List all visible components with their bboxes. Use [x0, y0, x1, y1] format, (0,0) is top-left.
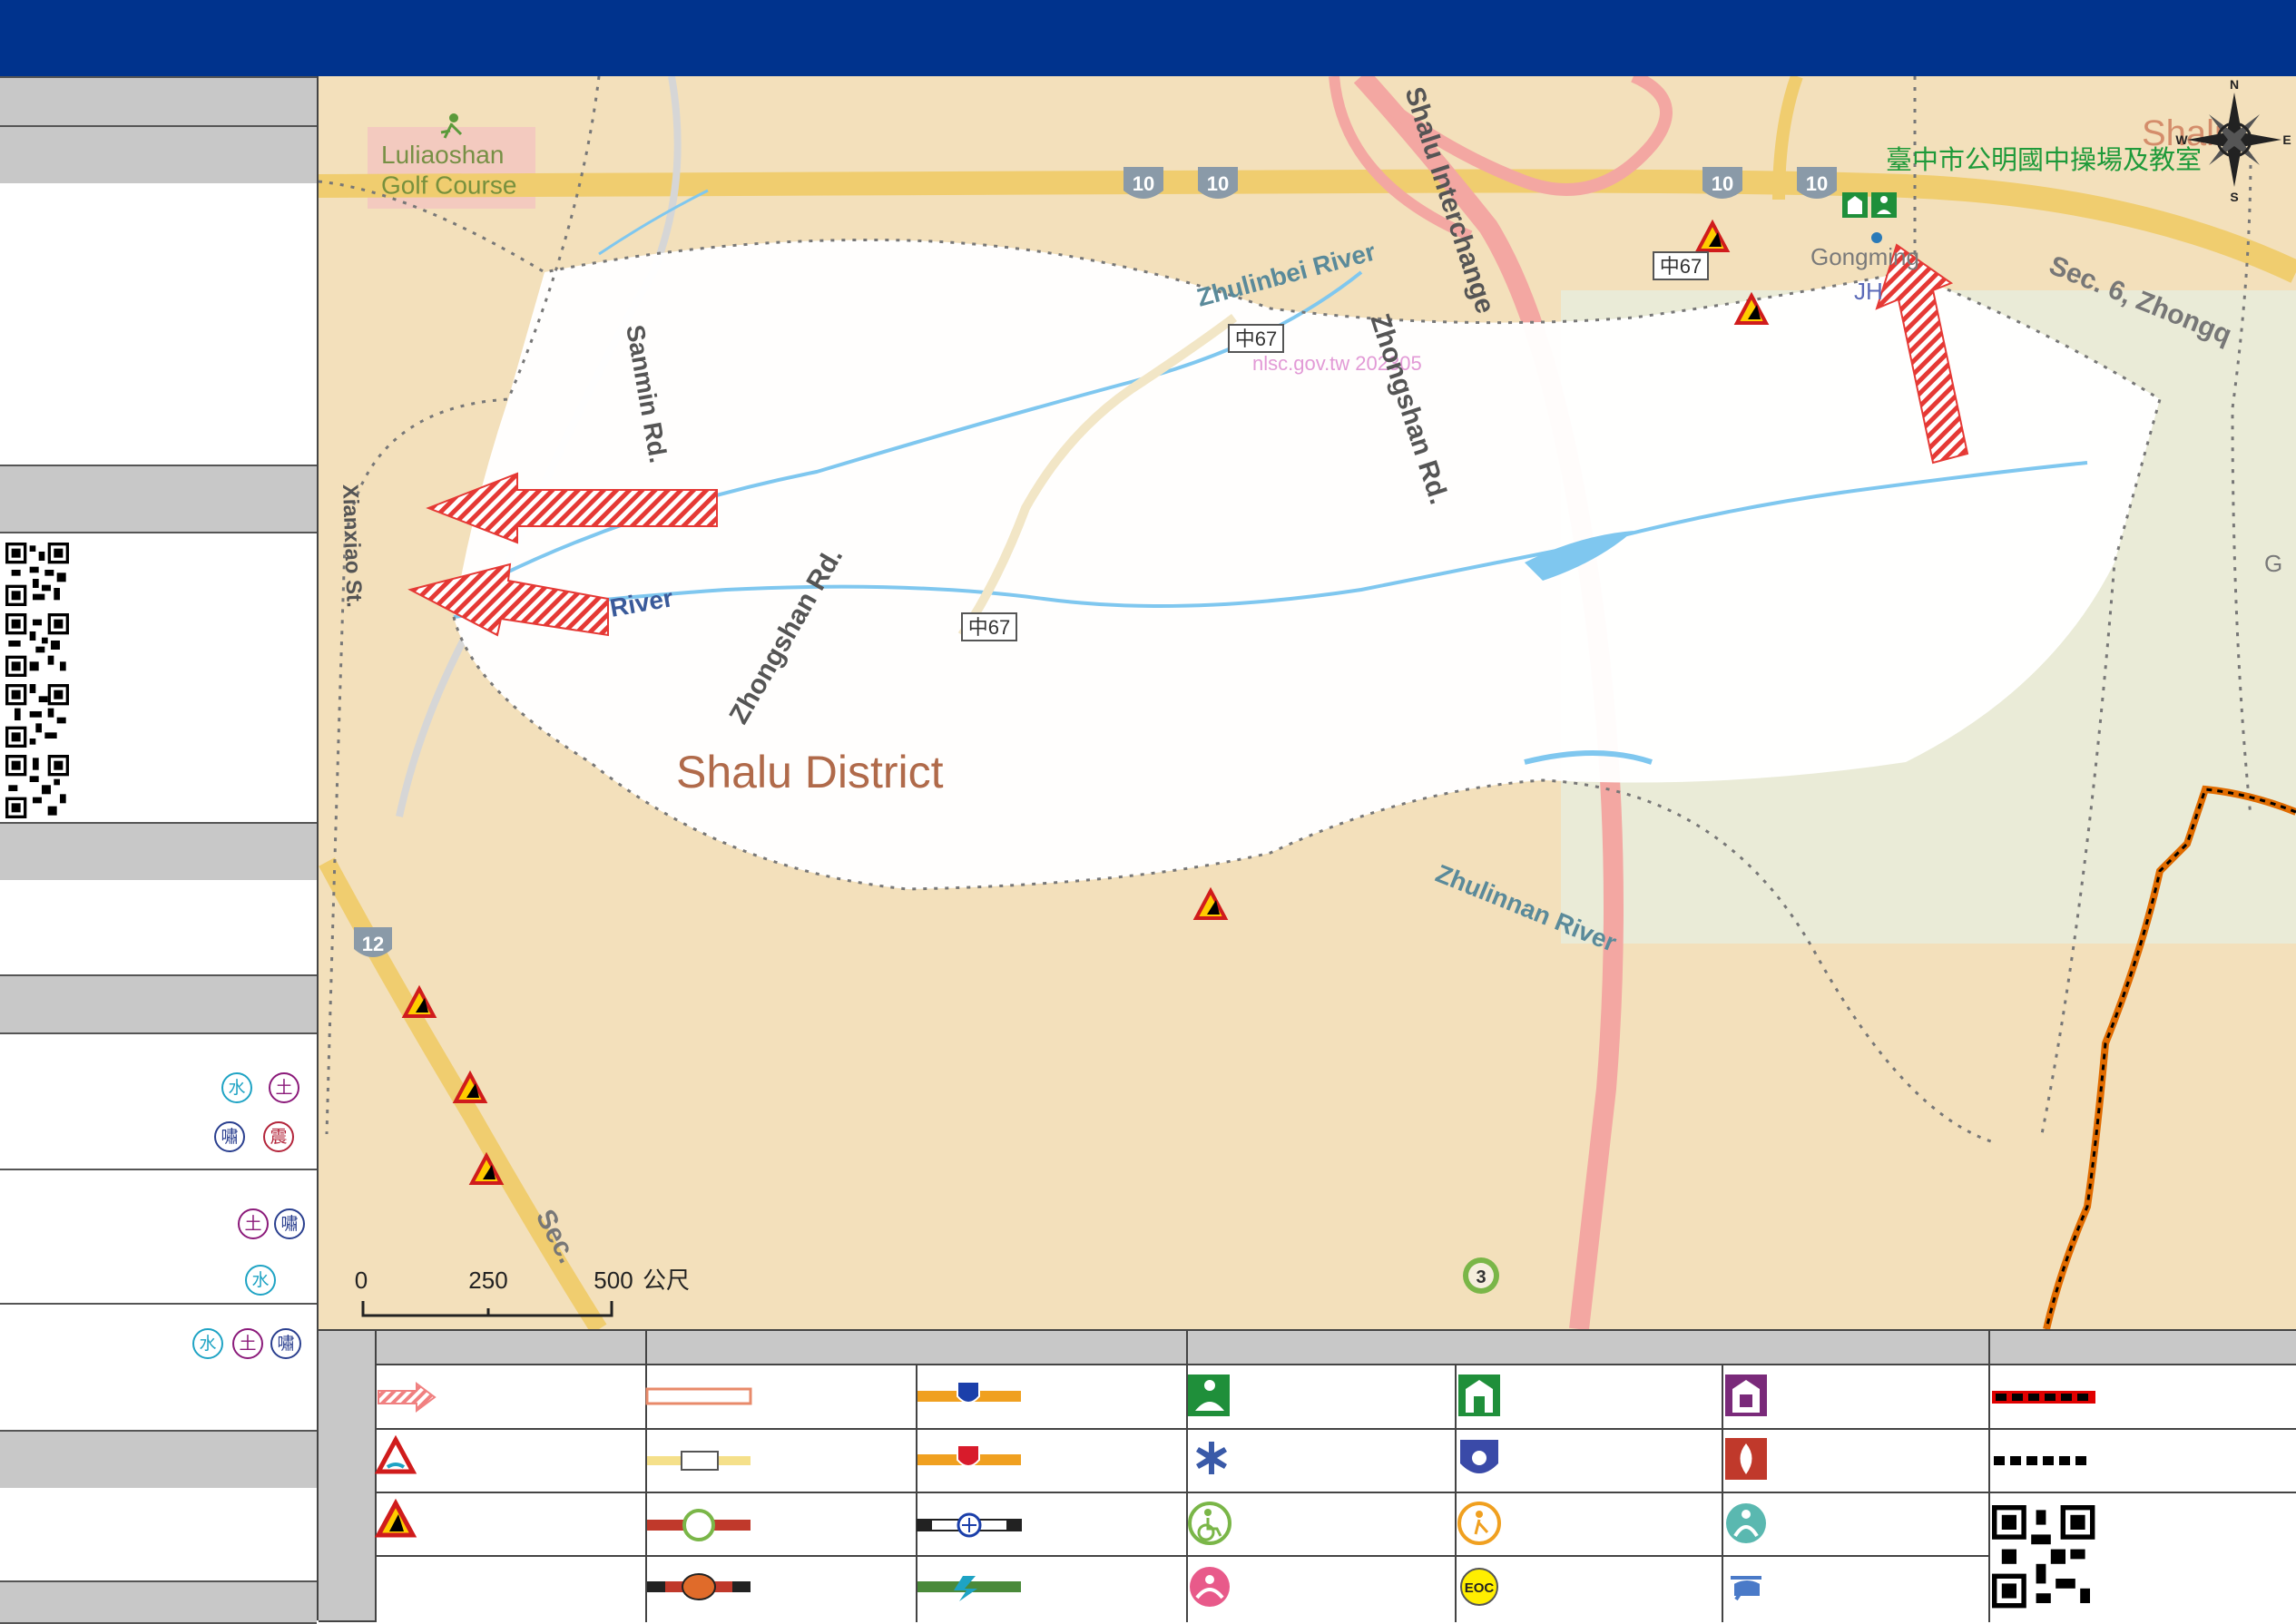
- eoc-icon: EOC: [1460, 1568, 1498, 1606]
- jh-label: JH: [1854, 278, 1883, 305]
- landslide-warning-icon: [374, 1498, 417, 1538]
- hsr-icon: [917, 1576, 1021, 1601]
- evacuation-building-icon: [1458, 1375, 1500, 1416]
- svg-text:10: 10: [1133, 172, 1154, 195]
- svg-text:公尺: 公尺: [643, 1267, 690, 1294]
- freeway-shield: 10: [1797, 167, 1837, 199]
- police-icon: [1460, 1440, 1498, 1473]
- national-highway-icon: [917, 1381, 1021, 1404]
- panel-header-4: [0, 974, 317, 1034]
- evacuation-map[interactable]: 10 10 10 10 12 3 中67 中67 中67 Luliaoshan G…: [319, 76, 2296, 1329]
- tsunami-hazard-icon: 嘯: [274, 1208, 305, 1239]
- qr-code[interactable]: [5, 755, 69, 818]
- gongming-label: Gongming: [1810, 243, 1919, 270]
- svg-text:W: W: [2175, 132, 2188, 147]
- panel-header-5: [0, 1430, 317, 1490]
- panel-header-qr: [0, 465, 317, 533]
- freeway-shield: 10: [1123, 167, 1163, 199]
- landslide-hazard-icon: 土: [232, 1328, 263, 1359]
- flood-hazard-icon: 水: [245, 1265, 276, 1296]
- landslide-hazard-icon: 土: [269, 1072, 299, 1103]
- medical-icon: [1196, 1442, 1227, 1474]
- flood-hazard-icon: 水: [221, 1072, 252, 1103]
- flood-hazard-icon: 水: [192, 1328, 223, 1359]
- svg-text:12: 12: [362, 933, 384, 955]
- panel-header-3: [0, 822, 317, 882]
- svg-text:0: 0: [355, 1267, 368, 1294]
- route-shield: 中67: [1653, 251, 1709, 280]
- xianxiao-st-label: Xianxiao St.: [338, 484, 367, 608]
- district-label: Shalu District: [676, 747, 944, 797]
- county-road-icon: [647, 1451, 751, 1471]
- svg-text:N: N: [2230, 77, 2239, 92]
- legend-panel: EOC: [319, 1329, 2296, 1622]
- svg-text:EOC: EOC: [1465, 1580, 1495, 1596]
- edge-label: G: [2264, 550, 2282, 577]
- fire-station-icon: [1725, 1438, 1767, 1480]
- panel-footer: [0, 1580, 317, 1624]
- svg-text:10: 10: [1712, 172, 1733, 195]
- boundary-line-icon: [1992, 1391, 2095, 1404]
- shelter-icon: [1188, 1375, 1230, 1416]
- svg-text:E: E: [2282, 132, 2291, 147]
- evacuation-arrow-icon: [378, 1382, 437, 1413]
- svg-text:中67: 中67: [1235, 328, 1277, 350]
- title-bar: [0, 0, 2296, 76]
- panel-header-1: [0, 76, 317, 129]
- tsunami-hazard-icon: 嘯: [270, 1328, 301, 1359]
- evacuation-building-icon: [1842, 192, 1868, 218]
- freeway-shield: 10: [1702, 167, 1742, 199]
- svg-text:10: 10: [1806, 172, 1828, 195]
- qr-code[interactable]: [5, 684, 69, 748]
- township-road-icon: [647, 1509, 751, 1541]
- svg-text:250: 250: [468, 1267, 507, 1294]
- svg-text:S: S: [2230, 190, 2238, 204]
- panel-header-2: [0, 125, 317, 185]
- freeway-shield: 10: [1198, 167, 1238, 199]
- helicopter-icon: [1731, 1576, 1761, 1601]
- accessible-icon: [1188, 1502, 1231, 1545]
- child-care-icon: [1726, 1503, 1766, 1543]
- flood-warning-icon: [374, 1434, 417, 1474]
- earthquake-hazard-icon: 震: [263, 1121, 294, 1152]
- panel-section-5: [0, 1488, 317, 1579]
- svg-text:中67: 中67: [1660, 255, 1702, 278]
- national-highway-shield: 3: [1463, 1257, 1499, 1294]
- svg-text:10: 10: [1207, 172, 1229, 195]
- provincial-highway-icon: [917, 1444, 1021, 1467]
- info-panel: 水 土 嘯 震 土 嘯 水 水 土 嘯: [0, 76, 319, 1624]
- freeway-icon: [647, 1573, 751, 1600]
- svg-text:中67: 中67: [968, 616, 1010, 639]
- svg-text:500: 500: [594, 1267, 633, 1294]
- svg-text:3: 3: [1476, 1267, 1486, 1287]
- qr-code[interactable]: [5, 613, 69, 677]
- railway-icon: [917, 1512, 1022, 1538]
- route-shield: 中67: [961, 612, 1017, 641]
- qr-code[interactable]: [5, 543, 69, 606]
- tsunami-hazard-icon: 嘯: [214, 1121, 245, 1152]
- route-shield: 中67: [1228, 324, 1284, 353]
- panel-description: [0, 183, 317, 463]
- provincial-road-icon: [645, 1387, 752, 1405]
- indoor-shelter-icon: [1725, 1375, 1767, 1416]
- legend-qr-code[interactable]: [1992, 1505, 2095, 1609]
- panel-section-3: [0, 880, 317, 973]
- shelter-icon: [1871, 192, 1897, 218]
- aid-station-icon: [1190, 1567, 1230, 1607]
- landslide-hazard-icon: 土: [238, 1208, 269, 1239]
- elderly-care-icon: [1457, 1502, 1501, 1545]
- school-marker: [1871, 232, 1882, 243]
- provincial-highway-shield: 12: [354, 927, 392, 957]
